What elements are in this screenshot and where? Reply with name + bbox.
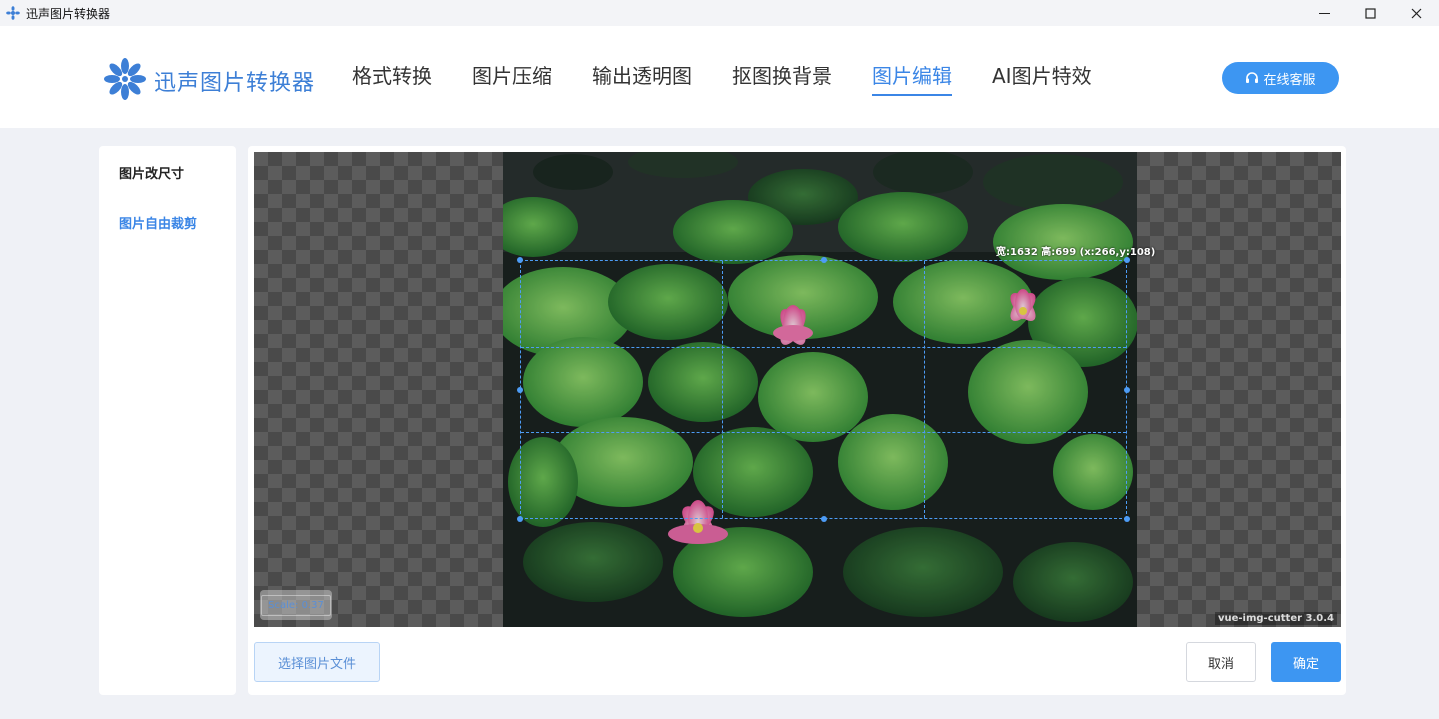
window-title: 迅声图片转换器 [26, 6, 111, 21]
crop-handle-bottom-left[interactable] [517, 516, 523, 522]
window-controls [1301, 0, 1439, 26]
maximize-icon[interactable] [1347, 0, 1393, 26]
online-support-button[interactable]: 在线客服 [1222, 62, 1339, 94]
headset-icon [1246, 72, 1259, 83]
logo[interactable]: 迅声图片转换器 [102, 56, 315, 106]
crop-grid-line [722, 261, 724, 518]
scale-label: Scale: 0.37 [261, 594, 331, 616]
select-image-file-button[interactable]: 选择图片文件 [254, 642, 380, 682]
nav-image-compress[interactable]: 图片压缩 [472, 62, 552, 96]
nav-image-edit[interactable]: 图片编辑 [872, 62, 952, 96]
sidebar-item-free-crop[interactable]: 图片自由裁剪 [119, 213, 197, 232]
nav-ai-effects[interactable]: AI图片特效 [992, 62, 1092, 96]
crop-handle-right[interactable] [1124, 386, 1130, 393]
title-bar: 迅声图片转换器 [0, 0, 1439, 26]
sidebar-item-resize[interactable]: 图片改尺寸 [119, 163, 184, 182]
nav-format-convert[interactable]: 格式转换 [352, 62, 432, 96]
crop-handle-bottom-right[interactable] [1124, 516, 1130, 522]
logo-flower-icon [102, 56, 148, 106]
crop-grid-line [923, 261, 925, 518]
online-support-label: 在线客服 [1263, 72, 1316, 88]
crop-handle-bottom[interactable] [820, 516, 827, 522]
version-label: vue-img-cutter 3.0.4 [1214, 612, 1337, 625]
crop-grid-line [521, 432, 1126, 434]
main-nav: 格式转换 图片压缩 输出透明图 抠图换背景 图片编辑 AI图片特效 [352, 62, 1132, 96]
logo-text: 迅声图片转换器 [154, 71, 316, 96]
crop-handle-top[interactable] [820, 257, 827, 263]
snowflake-icon [6, 6, 20, 20]
crop-handle-top-right[interactable] [1124, 257, 1130, 263]
minimize-icon[interactable] [1301, 0, 1347, 26]
cancel-button[interactable]: 取消 [1186, 642, 1256, 682]
close-icon[interactable] [1393, 0, 1439, 26]
crop-handle-left[interactable] [517, 386, 523, 393]
scale-badge: Scale: 0.37 [260, 590, 332, 620]
nav-cutout-background[interactable]: 抠图换背景 [732, 62, 832, 96]
crop-info-label: 宽:1632 高:699 (x:266,y:108) [996, 247, 1156, 258]
crop-handle-top-left[interactable] [517, 257, 523, 263]
confirm-button[interactable]: 确定 [1271, 642, 1341, 682]
editor-panel: 宽:1632 高:699 (x:266,y:108) Scale: 0.37 v… [248, 146, 1346, 695]
app-header: 迅声图片转换器 格式转换 图片压缩 输出透明图 抠图换背景 图片编辑 AI图片特… [0, 26, 1439, 128]
nav-transparent-output[interactable]: 输出透明图 [592, 62, 692, 96]
sidebar: 图片改尺寸 图片自由裁剪 [99, 146, 236, 695]
crop-selection[interactable] [517, 257, 1130, 522]
crop-canvas[interactable]: 宽:1632 高:699 (x:266,y:108) Scale: 0.37 v… [254, 152, 1341, 627]
crop-grid-line [521, 346, 1126, 348]
